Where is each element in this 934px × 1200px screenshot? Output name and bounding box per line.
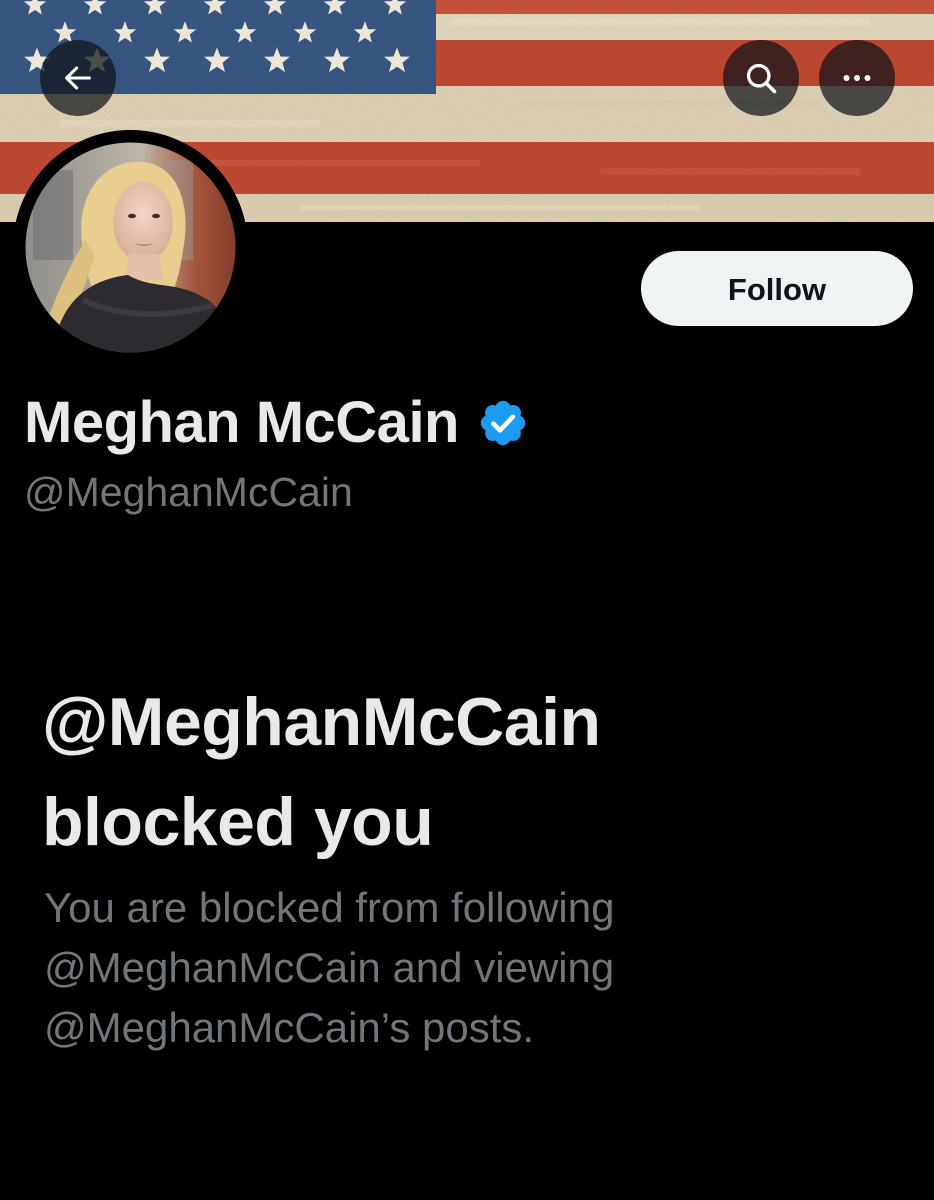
blocked-description: You are blocked from following @MeghanMc… [44,878,904,1058]
more-horizontal-icon [843,75,871,81]
blocked-title-line: @MeghanMcCain [42,684,601,760]
blocked-title-line: blocked you [42,784,434,860]
avatar[interactable] [13,130,248,365]
display-name: Meghan McCain [24,390,460,455]
more-options-button[interactable] [819,40,895,116]
follow-button[interactable]: Follow [641,251,913,326]
profile-handle: @MeghanMcCain [24,469,353,515]
back-button[interactable] [40,40,116,116]
avatar-photo [25,142,236,353]
blocked-description-line: You are blocked from following [44,884,615,931]
profile-name-row: Meghan McCain [24,388,529,458]
verified-badge-icon[interactable] [477,397,529,449]
blocked-description-line: @MeghanMcCain and viewing [44,944,615,991]
search-icon [746,63,777,94]
blocked-description-line: @MeghanMcCain’s posts. [44,1004,535,1051]
arrow-left-icon [65,66,91,90]
blocked-title: @MeghanMcCain blocked you [42,672,902,872]
search-button[interactable] [723,40,799,116]
